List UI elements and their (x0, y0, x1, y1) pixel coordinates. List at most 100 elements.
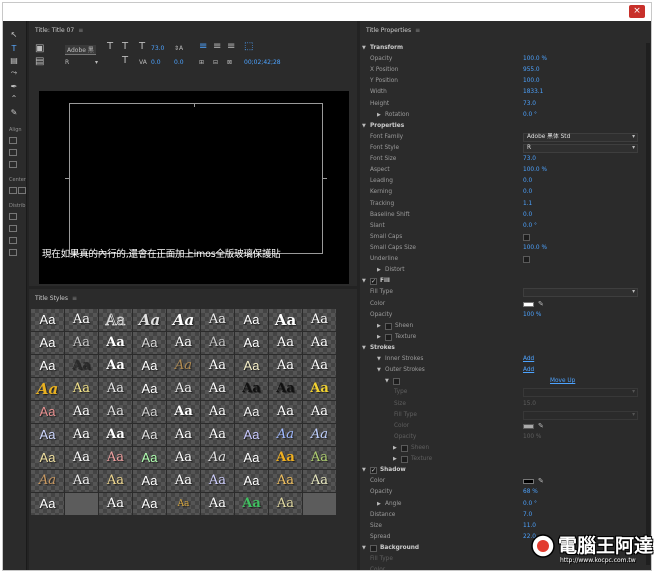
style-swatch[interactable] (65, 493, 98, 515)
style-swatch[interactable]: Aa (303, 332, 336, 354)
style-swatch[interactable]: Aa (303, 447, 336, 469)
property-value[interactable]: 7.0 (523, 510, 532, 521)
tab-stops-icon[interactable]: ⊞ (199, 59, 204, 66)
expand-right-icon[interactable]: ▶ (377, 499, 381, 510)
style-swatch[interactable]: Aa (201, 332, 234, 354)
leading-value[interactable]: 0.0 (174, 59, 184, 66)
expand-right-icon[interactable]: ▶ (377, 332, 381, 343)
title-editor-tab[interactable]: Title: Title 07 ≡ (35, 27, 83, 34)
properties-menu-icon[interactable]: ≡ (415, 27, 420, 34)
style-swatch[interactable]: Aa (167, 447, 200, 469)
panel-menu-icon[interactable]: ≡ (78, 27, 83, 34)
style-swatch[interactable]: Aa (99, 355, 132, 377)
kerning-value[interactable]: 0.0 (151, 59, 161, 66)
roll-crawl-icon[interactable]: ▤ (35, 56, 44, 67)
color-swatch[interactable] (523, 479, 534, 485)
style-swatch[interactable]: Aa (235, 424, 268, 446)
align-center-button[interactable] (9, 149, 17, 156)
italic-icon[interactable]: T (122, 41, 128, 52)
style-swatch[interactable]: Aa (303, 355, 336, 377)
style-swatch[interactable]: Aa (99, 424, 132, 446)
tab-stops-3-icon[interactable]: ⊠ (227, 59, 232, 66)
property-checkbox[interactable]: ✓ (370, 278, 377, 286)
expand-down-icon[interactable]: ▼ (362, 465, 366, 476)
style-swatch[interactable]: Aa (133, 355, 166, 377)
style-swatch[interactable]: Aa (235, 493, 268, 515)
style-swatch[interactable]: Aa (167, 309, 200, 331)
add-stroke-link[interactable]: Add (523, 365, 534, 376)
style-swatch[interactable]: Aa (99, 470, 132, 492)
property-value[interactable]: 955.0 (523, 65, 540, 76)
property-checkbox[interactable] (393, 378, 400, 386)
style-swatch[interactable]: Aa (269, 309, 302, 331)
style-swatch[interactable]: Aa (167, 470, 200, 492)
style-swatch[interactable]: Aa (65, 447, 98, 469)
property-value[interactable]: 100.0 % (523, 165, 547, 176)
style-swatch[interactable]: Aa (235, 332, 268, 354)
style-swatch[interactable]: Aa (269, 470, 302, 492)
subtitle-text[interactable]: 現在如果真的內行的,還會在正面加上imos全版玻璃保護貼 (42, 249, 281, 261)
style-swatch[interactable]: Aa (65, 378, 98, 400)
color-swatch[interactable] (523, 423, 534, 429)
font-size-icon[interactable]: T (139, 41, 145, 52)
expand-down-icon[interactable]: ▼ (385, 376, 389, 387)
align-right-icon[interactable]: ≡ (227, 41, 235, 52)
style-swatch[interactable]: Aa (167, 332, 200, 354)
style-swatch[interactable]: Aa (31, 378, 64, 400)
style-swatch[interactable]: Aa (235, 401, 268, 423)
style-swatch[interactable]: Aa (167, 493, 200, 515)
style-swatch[interactable]: Aa (99, 447, 132, 469)
property-value[interactable]: 100 % (523, 432, 541, 443)
style-swatch[interactable]: Aa (133, 401, 166, 423)
style-swatch[interactable]: Aa (99, 378, 132, 400)
style-swatch[interactable]: Aa (31, 309, 64, 331)
property-dropdown[interactable] (523, 410, 638, 420)
expand-down-icon[interactable]: ▼ (362, 43, 366, 54)
add-stroke-link[interactable]: Add (523, 354, 534, 365)
style-swatch[interactable]: Aa (303, 309, 336, 331)
expand-down-icon[interactable]: ▼ (362, 343, 366, 354)
center-horizontal-button[interactable] (9, 187, 17, 194)
align-center-icon[interactable]: ≡ (213, 41, 221, 52)
expand-down-icon[interactable]: ▼ (362, 276, 366, 287)
style-swatch[interactable]: Aa (201, 424, 234, 446)
style-swatch[interactable]: Aa (269, 378, 302, 400)
property-value[interactable]: 100 % (523, 310, 541, 321)
distribute-button-1[interactable] (9, 213, 17, 220)
style-swatch[interactable]: Aa (65, 401, 98, 423)
style-swatch[interactable]: Aa (133, 493, 166, 515)
style-swatch[interactable]: Aa (65, 309, 98, 331)
font-style-chevron-icon[interactable]: ▾ (95, 59, 98, 66)
property-checkbox[interactable] (401, 456, 408, 463)
title-canvas[interactable]: 現在如果真的內行的,還會在正面加上imos全版玻璃保護貼 (39, 91, 349, 284)
font-size-value[interactable]: 73.0 (151, 45, 164, 52)
style-swatch[interactable]: Aa (303, 424, 336, 446)
style-swatch[interactable] (303, 493, 336, 515)
style-swatch[interactable]: Aa (31, 401, 64, 423)
property-dropdown[interactable] (523, 388, 638, 398)
align-left-icon[interactable]: ≡ (199, 41, 207, 52)
property-checkbox[interactable] (385, 333, 392, 341)
property-checkbox[interactable]: ✓ (370, 467, 377, 475)
font-family-dropdown[interactable]: Adobe 黑 (65, 45, 96, 55)
property-value[interactable]: 0.0 (523, 210, 532, 221)
style-swatch[interactable]: Aa (133, 332, 166, 354)
property-checkbox[interactable] (523, 233, 530, 241)
expand-right-icon[interactable]: ▶ (377, 321, 381, 332)
style-swatch[interactable]: Aa (133, 309, 166, 331)
style-swatch[interactable]: Aa (31, 424, 64, 446)
eyedropper-icon[interactable]: ✎ (538, 476, 544, 487)
style-swatch[interactable]: Aa (65, 424, 98, 446)
property-value[interactable]: 0.0 ° (523, 499, 537, 510)
property-value[interactable]: 100.0 % (523, 243, 547, 254)
expand-down-icon[interactable]: ▼ (362, 121, 366, 132)
center-vertical-button[interactable] (18, 187, 26, 194)
style-swatch[interactable]: Aa (235, 470, 268, 492)
add-anchor-icon[interactable]: ✎ (7, 107, 21, 118)
styles-menu-icon[interactable]: ≡ (72, 295, 77, 302)
area-type-tool-icon[interactable]: ▤ (7, 55, 21, 66)
align-right-button[interactable] (9, 161, 17, 168)
distribute-button-4[interactable] (9, 249, 17, 256)
style-swatch[interactable]: Aa (269, 332, 302, 354)
property-value[interactable]: 0.0 (523, 187, 532, 198)
